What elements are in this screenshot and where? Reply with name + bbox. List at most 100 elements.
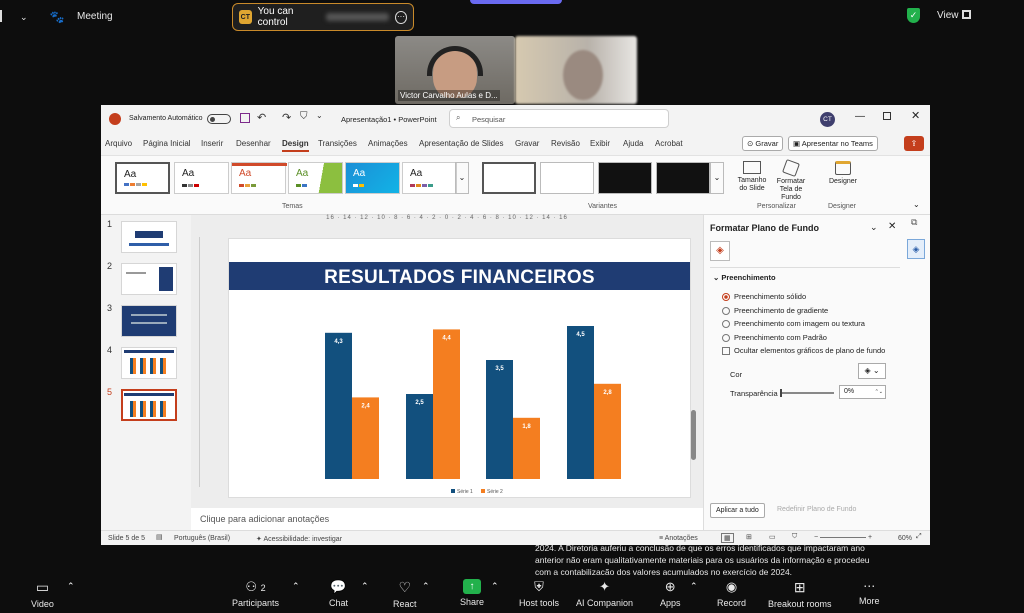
fit-slide-icon[interactable]: ⤢: [916, 533, 922, 541]
undo-icon[interactable]: ↶: [257, 111, 266, 124]
variant-2[interactable]: [540, 162, 594, 194]
bar-2-1[interactable]: [352, 397, 379, 479]
tab-inserir[interactable]: Inserir: [201, 139, 223, 148]
react-chevron-icon[interactable]: ⌃: [422, 581, 430, 592]
notes-toggle[interactable]: ≡ Anotações: [659, 535, 698, 542]
tab-exibir[interactable]: Exibir: [590, 139, 610, 148]
more-options-icon[interactable]: ···: [395, 10, 407, 24]
participants-button[interactable]: ⚇ 2 Participants: [232, 579, 279, 608]
transparency-slider[interactable]: [780, 389, 834, 397]
slider-thumb[interactable]: [780, 389, 782, 397]
meeting-label[interactable]: Meeting: [77, 11, 113, 22]
bar-2-2[interactable]: [433, 329, 460, 479]
slide-thumbnail-4[interactable]: [121, 347, 177, 379]
notes-area[interactable]: Clique para adicionar anotações: [191, 508, 703, 530]
theme-2[interactable]: Aa: [174, 162, 229, 194]
fill-tab-icon[interactable]: ◈: [710, 241, 730, 261]
tab-revisao[interactable]: Revisão: [551, 139, 580, 148]
participant-video-tile-2[interactable]: [515, 36, 637, 104]
bar-1-2[interactable]: [406, 394, 433, 479]
slide-canvas[interactable]: RESULTADOS FINANCEIROS 4,3 2,4 2,5 4,4 3,5 1,…: [228, 238, 691, 498]
slide-thumbnail-5[interactable]: [121, 389, 177, 421]
host-tools-button[interactable]: ⛨ Host tools: [519, 579, 559, 608]
tab-desenhar[interactable]: Desenhar: [236, 139, 271, 148]
theme-5[interactable]: Aa: [345, 162, 400, 194]
bar-1-3[interactable]: [486, 360, 513, 479]
tab-acrobat[interactable]: Acrobat: [655, 139, 683, 148]
slide-thumbnail-2[interactable]: [121, 263, 177, 295]
slide-thumbnail-3[interactable]: [121, 305, 177, 337]
theme-6[interactable]: Aa: [402, 162, 457, 194]
record-meeting-button[interactable]: ◉ Record: [717, 579, 746, 608]
pane-close-icon[interactable]: ✕: [888, 221, 896, 232]
tab-animacoes[interactable]: Animações: [368, 139, 408, 148]
participants-chevron-icon[interactable]: ⌃: [292, 581, 300, 592]
restore-icon[interactable]: [883, 112, 891, 120]
video-button[interactable]: ▭ Video: [31, 579, 54, 609]
chat-button[interactable]: 💬 Chat: [329, 579, 348, 608]
share-screen-button[interactable]: ↑ Share: [460, 579, 484, 607]
theme-4[interactable]: Aa: [288, 162, 343, 194]
designer-button[interactable]: Designer: [825, 161, 861, 185]
theme-office[interactable]: Aa: [115, 162, 170, 194]
pane-options-icon[interactable]: ⌄: [870, 222, 878, 233]
apps-button[interactable]: ⊕ Apps: [660, 579, 681, 608]
theme-3[interactable]: Aa: [231, 162, 287, 194]
bar-2-4[interactable]: [594, 383, 621, 479]
bar-1-1[interactable]: [325, 332, 352, 479]
share-chevron-icon[interactable]: ⌃: [491, 581, 499, 592]
option-gradient-fill[interactable]: Preenchimento de gradiente: [722, 306, 828, 316]
slide-thumbnail-1[interactable]: [121, 221, 177, 253]
breakout-rooms-button[interactable]: ⊞ Breakout rooms: [768, 579, 832, 609]
option-pattern-fill[interactable]: Preenchimento com Padrão: [722, 333, 827, 343]
video-options-chevron-icon[interactable]: ⌃: [67, 581, 75, 592]
tab-design[interactable]: Design: [282, 139, 309, 152]
zoom-slider[interactable]: − +: [814, 534, 884, 542]
spinner-icon[interactable]: ⌃⌄: [875, 386, 883, 398]
fill-section-header[interactable]: ⌄ Preenchimento: [713, 273, 776, 282]
meeting-menu[interactable]: ⌄ 🐾: [20, 10, 65, 24]
hide-graphics-checkbox[interactable]: Ocultar elementos gráficos de plano de f…: [722, 346, 885, 356]
react-button[interactable]: ♡ React: [393, 579, 417, 609]
chat-chevron-icon[interactable]: ⌃: [361, 581, 369, 592]
customize-qat-icon[interactable]: ⌄: [316, 111, 323, 120]
bar-chart[interactable]: 4,3 2,4 2,5 4,4 3,5 1,8 4,5 2,8 Série 1 Série 2: [229, 239, 692, 499]
slideshow-view-icon[interactable]: ⛉: [792, 533, 797, 541]
variant-3[interactable]: [598, 162, 652, 194]
redo-icon[interactable]: ↷: [282, 111, 291, 124]
slide-size-button[interactable]: Tamanho do Slide: [733, 161, 771, 193]
ai-companion-button[interactable]: ✦ AI Companion: [576, 579, 633, 608]
search-box[interactable]: ⌕ Pesquisar: [449, 109, 669, 128]
reading-view-icon[interactable]: ▭: [769, 533, 776, 541]
tab-gravar[interactable]: Gravar: [515, 139, 539, 148]
more-button[interactable]: ⋯ More: [859, 579, 880, 606]
view-button[interactable]: View: [937, 10, 959, 21]
tab-arquivo[interactable]: Arquivo: [105, 139, 132, 148]
format-background-button[interactable]: Formatar Tela de Fundo: [771, 159, 811, 202]
zoom-level[interactable]: 60%: [898, 535, 912, 542]
present-icon[interactable]: ⛉: [300, 111, 308, 122]
sorter-view-icon[interactable]: ⊞: [746, 533, 752, 541]
option-picture-fill[interactable]: Preenchimento com imagem ou textura: [722, 319, 865, 329]
record-button[interactable]: ⊙ Gravar: [742, 136, 784, 151]
side-icon-1[interactable]: ⧉: [911, 217, 917, 228]
color-picker-button[interactable]: ◈ ⌄: [858, 363, 886, 379]
close-icon[interactable]: ✕: [911, 109, 920, 122]
minimize-icon[interactable]: —: [855, 111, 865, 122]
save-icon[interactable]: [240, 113, 250, 123]
variants-more-button[interactable]: ⌄: [710, 162, 724, 194]
encryption-shield-icon[interactable]: ✓: [907, 8, 920, 23]
participant-video-tile[interactable]: Victor Carvalho Aulas e D...: [395, 36, 515, 104]
tab-ajuda[interactable]: Ajuda: [623, 139, 643, 148]
transparency-input[interactable]: 0% ⌃⌄: [839, 385, 886, 399]
autosave-toggle[interactable]: [207, 114, 231, 124]
tab-apresentacao[interactable]: Apresentação de Slides: [419, 139, 504, 148]
bar-1-4[interactable]: [567, 326, 594, 479]
variant-4[interactable]: [656, 162, 710, 194]
option-solid-fill[interactable]: Preenchimento sólido: [722, 292, 806, 302]
variant-1[interactable]: [482, 162, 536, 194]
user-avatar[interactable]: CT: [820, 112, 835, 127]
language[interactable]: Português (Brasil): [174, 535, 230, 542]
reset-background-button[interactable]: Redefinir Plano de Fundo: [777, 506, 856, 513]
themes-more-button[interactable]: ⌄: [455, 162, 469, 194]
